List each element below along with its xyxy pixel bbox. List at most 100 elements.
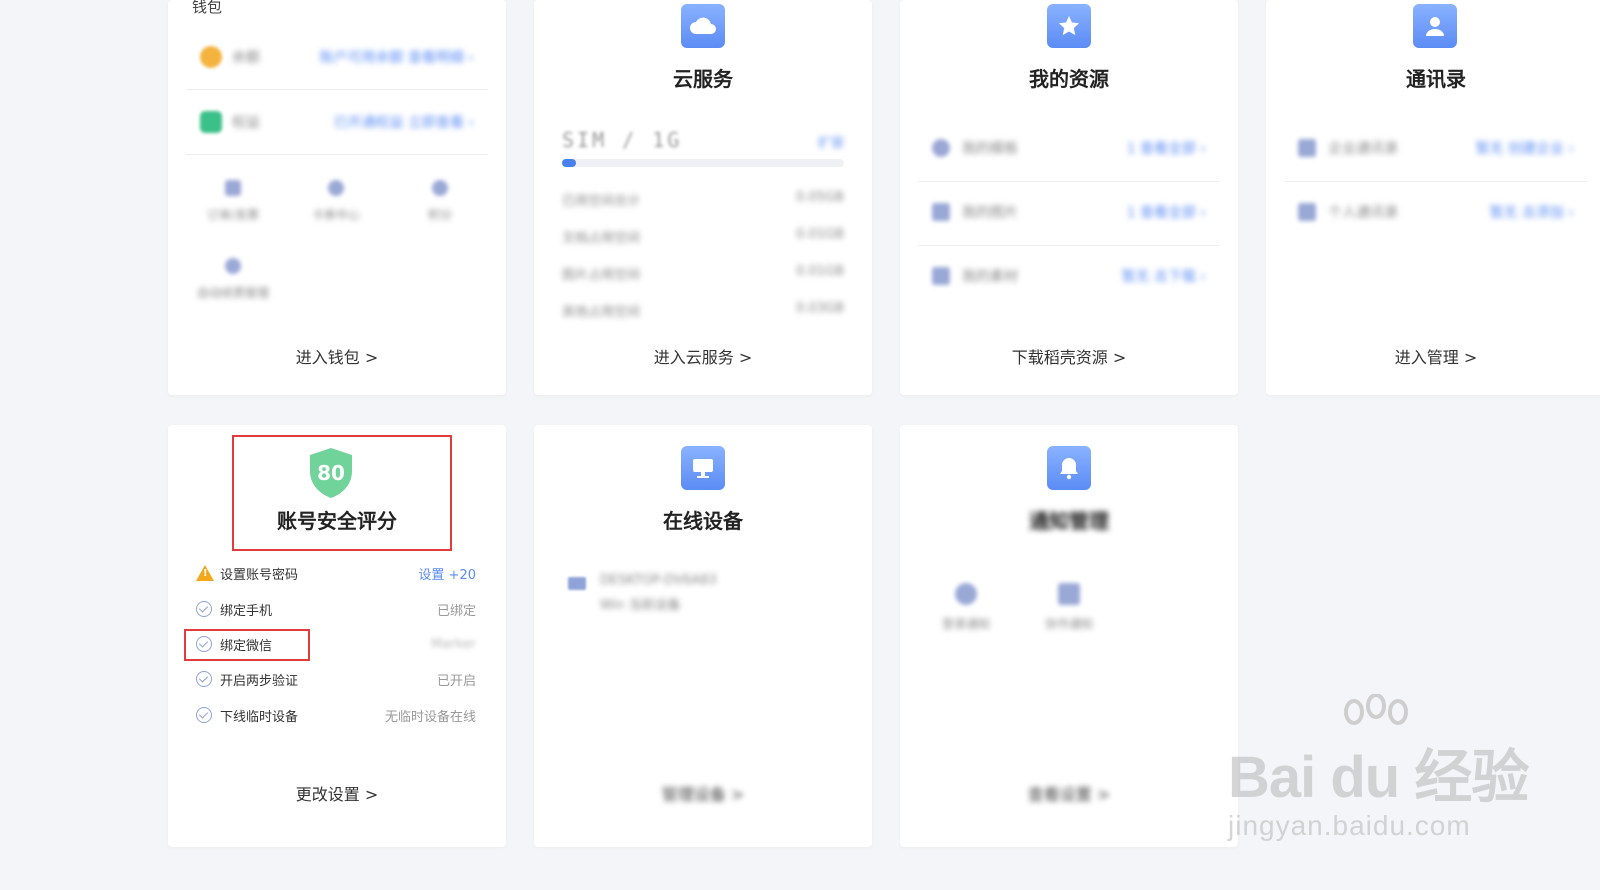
wallet-row-name: 余额 (232, 50, 260, 66)
stat-row: 其他占用空间 0.03GB (562, 301, 844, 320)
points-icon (432, 180, 448, 196)
check-circle-icon (196, 601, 212, 617)
desktop-icon (568, 577, 586, 590)
divider (1284, 181, 1588, 182)
storage-progress (562, 159, 844, 167)
card-title: 在线设备 (663, 509, 743, 533)
stat-row: 已用空间合计 0.05GB (562, 190, 844, 209)
monitor-icon (681, 446, 725, 490)
wallet-grid-label: 自动续费管理 (196, 286, 269, 300)
watermark-brand: Bai du 经验 (1228, 745, 1529, 810)
view-settings-link[interactable]: 查看设置 > (900, 781, 1238, 805)
divider (918, 181, 1220, 182)
wallet-grid-autorenew[interactable]: 自动续费管理 (190, 258, 276, 301)
stat-row: 文档占用空间 0.01GB (562, 227, 844, 246)
security-item-password: ! 设置账号密码 设置 +20 (196, 562, 476, 584)
wallet-grid-coupons[interactable]: 卡券中心 (296, 180, 376, 223)
baidu-watermark: Bai du 经验 jingyan.baidu.com (1228, 694, 1529, 842)
security-item-temp-device: 下线临时设备 无临时设备在线 (196, 704, 476, 726)
contact-row[interactable]: 个人通讯录 暂无 去添加 › (1298, 200, 1574, 224)
divider (186, 89, 488, 90)
wallet-grid-points[interactable]: 积分 (400, 180, 480, 223)
notify-card: 通知管理 登录通知 协作通知 查看设置 > (900, 425, 1238, 847)
divider (186, 154, 488, 155)
star-icon (1047, 4, 1091, 48)
paw-icon (1344, 694, 1408, 725)
wallet-row-name: 权益 (232, 115, 260, 131)
card-title: 通知管理 (1029, 509, 1109, 533)
card-title: 通讯录 (1406, 67, 1466, 91)
expand-storage-button[interactable]: 扩容 (818, 132, 844, 151)
wallet-grid-label: 卡券中心 (311, 208, 360, 222)
download-resources-link[interactable]: 下载稻壳资源 > (900, 344, 1238, 368)
security-item-label: 绑定手机 (220, 603, 273, 619)
cloud-icon (681, 4, 725, 48)
wallet-label: 钱包 (192, 0, 223, 16)
enter-cloud-link[interactable]: 进入云服务 > (534, 344, 872, 368)
resource-row[interactable]: 我的模板 1 查看全部 › (932, 136, 1206, 160)
collab-notify-icon (1058, 583, 1080, 605)
security-item-label: 绑定微信 (220, 638, 273, 654)
storage-progress-fill (562, 159, 577, 167)
security-score: 80 (317, 461, 345, 485)
card-title: 我的资源 (1029, 67, 1109, 91)
notify-item-label: 登录通知 (941, 617, 990, 631)
resources-card: 我的资源 我的模板 1 查看全部 › 我的图片 1 查看全部 › 我的素材 暂无… (900, 0, 1238, 395)
person-icon (1298, 203, 1316, 221)
cloud-card: 云服务 SIM / 1G 扩容 已用空间合计 0.05GB 文档占用空间 0.01G… (534, 0, 872, 395)
security-item-status: 无临时设备在线 (384, 709, 476, 725)
security-item-label: 开启两步验证 (220, 673, 299, 689)
check-circle-icon (196, 707, 212, 723)
wallet-grid-label: 订单/发票 (206, 208, 260, 222)
security-item-status: 已开启 (436, 673, 476, 689)
set-password-button[interactable]: 设置 +20 (418, 564, 476, 583)
card-title: 账号安全评分 (277, 509, 397, 533)
check-circle-icon (196, 671, 212, 687)
security-item-phone: 绑定手机 已绑定 (196, 598, 476, 620)
contact-row[interactable]: 企业通讯录 暂无 创建企业 › (1298, 136, 1574, 160)
security-item-2fa: 开启两步验证 已开启 (196, 668, 476, 690)
security-item-status: Marker (431, 636, 476, 652)
notify-login[interactable]: 登录通知 (926, 583, 1006, 632)
device-item[interactable]: DESKTOP-DV6A83 Win 当前设备 (568, 573, 717, 613)
company-icon (1298, 139, 1316, 157)
order-icon (225, 180, 241, 196)
enter-wallet-link[interactable]: 进入钱包 > (168, 344, 506, 368)
coin-icon (200, 46, 222, 68)
wallet-row-balance[interactable]: 余额 账户可用余额 查看明细 › (200, 45, 474, 69)
material-icon (932, 267, 950, 285)
check-circle-icon (196, 636, 212, 652)
notify-item-label: 协作通知 (1044, 617, 1093, 631)
resource-row[interactable]: 我的图片 1 查看全部 › (932, 200, 1206, 224)
security-item-label: 下线临时设备 (220, 709, 299, 725)
coupon-icon (328, 180, 344, 196)
wallet-card: 钱包 余额 账户可用余额 查看明细 › 权益 已开通权益 立即查看 › 订单/发… (168, 0, 506, 395)
wallet-grid-label: 积分 (427, 208, 452, 222)
watermark-url: jingyan.baidu.com (1228, 810, 1471, 841)
card-title: 云服务 (673, 67, 733, 91)
wallet-row-benefit[interactable]: 权益 已开通权益 立即查看 › (200, 110, 474, 134)
storage-label: SIM / 1G (562, 128, 683, 152)
devices-card: 在线设备 DESKTOP-DV6A83 Win 当前设备 管理设备 > (534, 425, 872, 847)
manage-contacts-link[interactable]: 进入管理 > (1266, 344, 1600, 368)
warning-icon: ! (196, 565, 214, 581)
wallet-grid-orders[interactable]: 订单/发票 (193, 180, 273, 223)
device-name: DESKTOP-DV6A83 (600, 573, 717, 588)
security-item-wechat: 绑定微信 Marker (196, 633, 476, 655)
notify-collab[interactable]: 协作通知 (1029, 583, 1109, 632)
bell-icon (1047, 446, 1091, 490)
image-icon (932, 203, 950, 221)
security-item-status: 已绑定 (436, 603, 476, 619)
autorenew-icon (225, 258, 241, 274)
security-item-label: 设置账号密码 (220, 567, 299, 583)
change-settings-link[interactable]: 更改设置 > (168, 781, 506, 805)
login-notify-icon (955, 583, 977, 605)
contacts-card: 通讯录 企业通讯录 暂无 创建企业 › 个人通讯录 暂无 去添加 › 进入管理 … (1266, 0, 1600, 395)
resource-row[interactable]: 我的素材 暂无 去下载 › (932, 264, 1206, 288)
template-icon (932, 139, 950, 157)
contact-icon (1413, 4, 1457, 48)
benefit-icon (200, 111, 222, 133)
wallet-row-detail: 已开通权益 立即查看 › (333, 115, 475, 131)
manage-devices-link[interactable]: 管理设备 > (534, 781, 872, 805)
security-card: 80 账号安全评分 ! 设置账号密码 设置 +20 绑定手机 已绑定 绑定微信 M… (168, 425, 506, 847)
